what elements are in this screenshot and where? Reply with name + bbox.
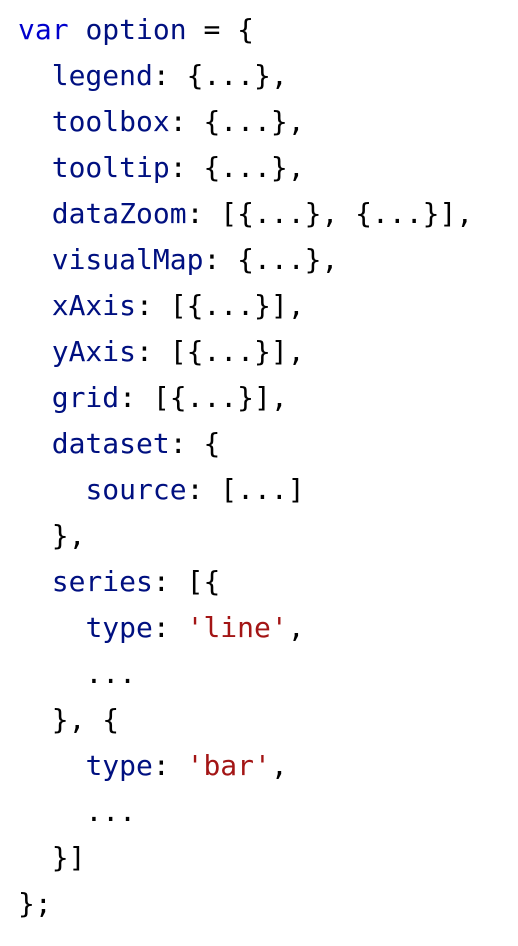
punctuation: : [{...}, {...}], bbox=[186, 197, 474, 230]
ellipsis: ... bbox=[85, 657, 137, 690]
code-line: yAxis: [{...}], bbox=[18, 329, 518, 375]
property-key: dataset bbox=[51, 427, 170, 460]
punctuation: , bbox=[270, 749, 288, 782]
punctuation: : [{...}], bbox=[136, 335, 305, 368]
code-line: type: 'bar', bbox=[18, 743, 518, 789]
punctuation: }, { bbox=[51, 703, 120, 736]
property-key: type bbox=[85, 749, 153, 782]
code-line: xAxis: [{...}], bbox=[18, 283, 518, 329]
punctuation: : [{...}], bbox=[119, 381, 288, 414]
code-line: }] bbox=[18, 835, 518, 881]
punctuation: : {...}, bbox=[203, 243, 339, 276]
code-line: ... bbox=[18, 789, 518, 835]
code-line: var option = { bbox=[18, 7, 518, 53]
code-line: }, { bbox=[18, 697, 518, 743]
code-line: visualMap: {...}, bbox=[18, 237, 518, 283]
property-key: type bbox=[85, 611, 153, 644]
property-key: dataZoom bbox=[51, 197, 187, 230]
punctuation: : bbox=[152, 611, 187, 644]
punctuation: = { bbox=[186, 13, 255, 46]
code-line: legend: {...}, bbox=[18, 53, 518, 99]
code-line: tooltip: {...}, bbox=[18, 145, 518, 191]
string-literal: 'line' bbox=[186, 611, 288, 644]
property-key: toolbox bbox=[51, 105, 170, 138]
punctuation: : [{ bbox=[152, 565, 221, 598]
punctuation: }; bbox=[18, 887, 52, 920]
property-key: tooltip bbox=[51, 151, 170, 184]
property-key: visualMap bbox=[51, 243, 204, 276]
ellipsis: ... bbox=[85, 795, 137, 828]
property-key: xAxis bbox=[51, 289, 137, 322]
code-line: }; bbox=[18, 881, 518, 927]
code-line: type: 'line', bbox=[18, 605, 518, 651]
punctuation: , bbox=[287, 611, 305, 644]
punctuation: : {...}, bbox=[152, 59, 288, 92]
code-line: dataset: { bbox=[18, 421, 518, 467]
code-line: source: [...] bbox=[18, 467, 518, 513]
code-line: toolbox: {...}, bbox=[18, 99, 518, 145]
property-key: source bbox=[85, 473, 187, 506]
code-block: var option = { legend: {...}, toolbox: {… bbox=[0, 0, 518, 946]
punctuation: : [{...}], bbox=[136, 289, 305, 322]
punctuation: }] bbox=[51, 841, 86, 874]
code-line: }, bbox=[18, 513, 518, 559]
punctuation: : [...] bbox=[186, 473, 305, 506]
punctuation: : {...}, bbox=[169, 151, 305, 184]
property-key: legend bbox=[51, 59, 153, 92]
string-literal: 'bar' bbox=[186, 749, 271, 782]
punctuation: : {...}, bbox=[169, 105, 305, 138]
keyword-var: var bbox=[18, 13, 69, 46]
punctuation: }, bbox=[51, 519, 86, 552]
property-key: grid bbox=[51, 381, 120, 414]
property-key: yAxis bbox=[51, 335, 137, 368]
code-line: dataZoom: [{...}, {...}], bbox=[18, 191, 518, 237]
variable-name: option bbox=[85, 13, 187, 46]
punctuation: : { bbox=[169, 427, 221, 460]
code-line: series: [{ bbox=[18, 559, 518, 605]
code-line: grid: [{...}], bbox=[18, 375, 518, 421]
property-key: series bbox=[51, 565, 153, 598]
punctuation: : bbox=[152, 749, 187, 782]
code-line: ... bbox=[18, 651, 518, 697]
